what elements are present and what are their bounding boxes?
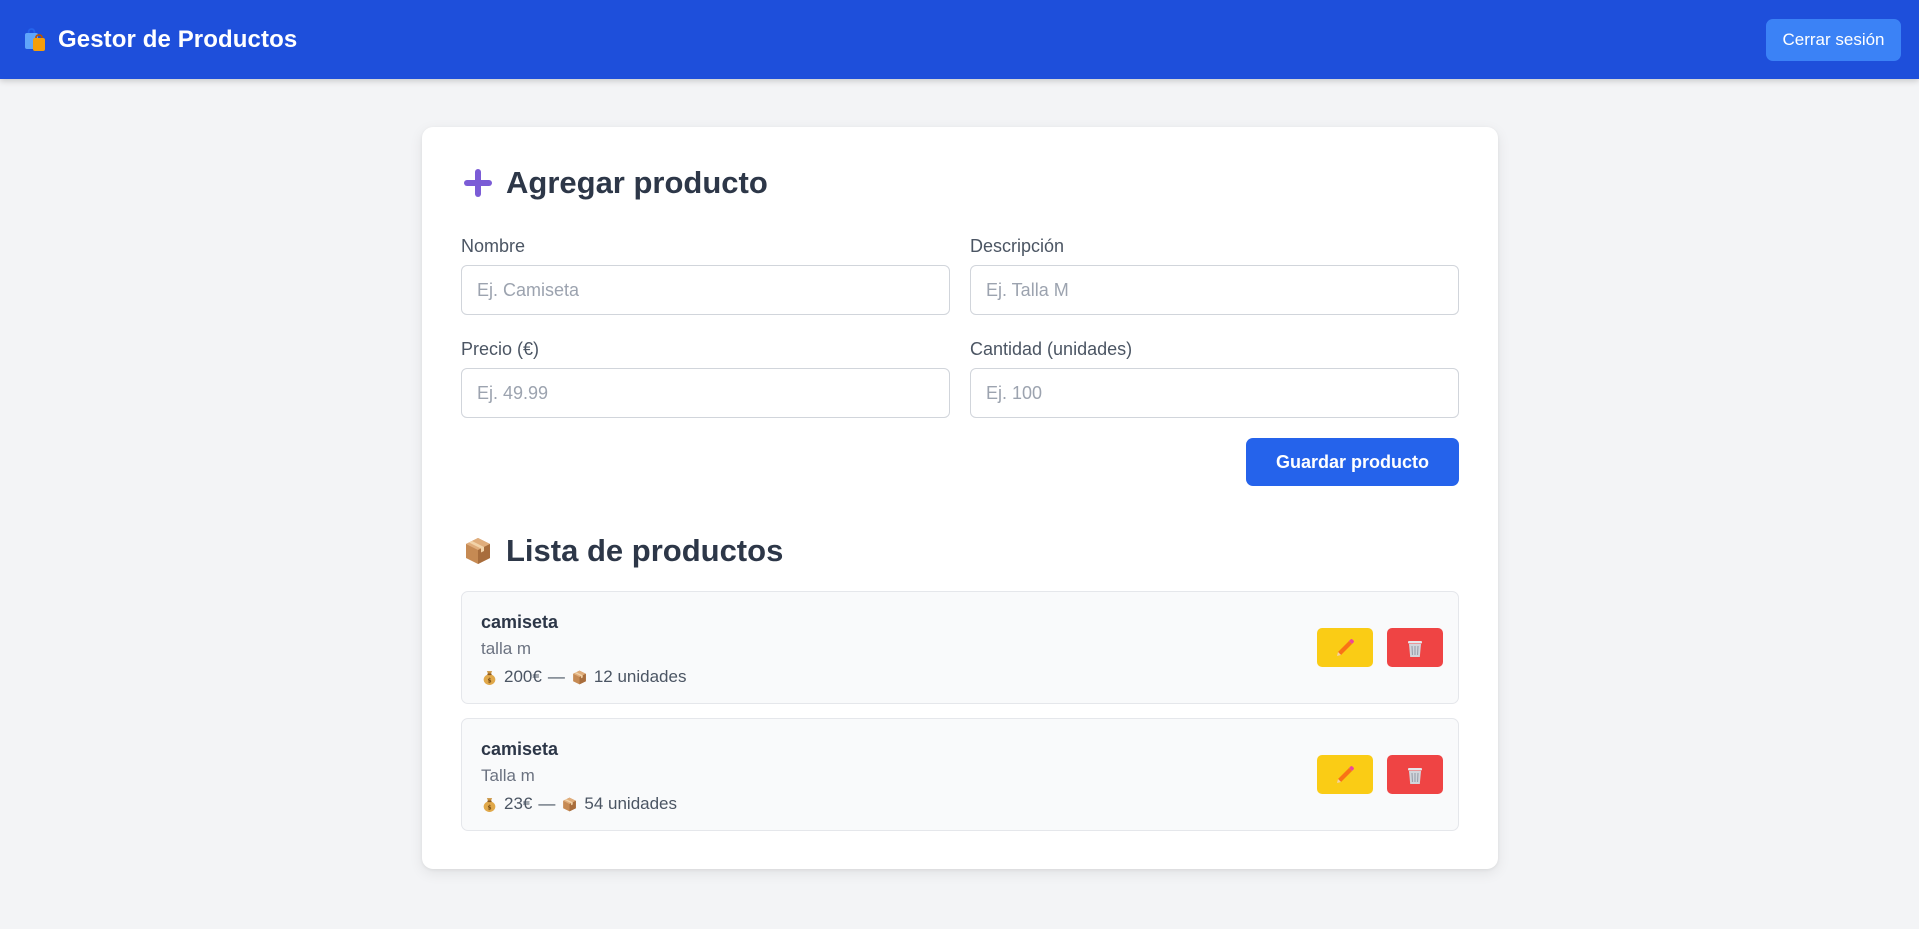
money-bag-icon [481, 796, 498, 813]
shopping-bags-icon [25, 27, 45, 51]
package-icon [561, 796, 578, 813]
quantity-input[interactable] [970, 368, 1459, 418]
price-label: Precio (€) [461, 339, 540, 359]
wastebasket-icon [1408, 640, 1422, 657]
product-quantity: 12 unidades [593, 667, 687, 686]
description-input[interactable] [970, 265, 1459, 315]
add-product-title: Agregar producto [506, 165, 768, 200]
app-title: Gestor de Productos [58, 25, 298, 53]
product-name: camiseta [481, 612, 559, 632]
money-bag-icon [481, 669, 498, 686]
pencil-icon [1337, 765, 1354, 783]
save-product-button[interactable]: Guardar producto [1246, 438, 1459, 486]
product-meta: 23€ — 54 unidades [481, 794, 677, 814]
product-item: camiseta talla m 200€ — 12 unidades [461, 591, 1459, 704]
main-card: Agregar producto Nombre Descripción Prec… [422, 127, 1498, 869]
product-price: 200€ [504, 667, 542, 686]
edit-button[interactable] [1317, 755, 1373, 794]
wastebasket-icon [1408, 767, 1422, 784]
quantity-label: Cantidad (unidades) [970, 339, 1133, 359]
plus-icon [464, 169, 492, 197]
product-list: camiseta talla m 200€ — 12 unidades cami… [461, 591, 1459, 845]
add-product-heading: Agregar producto [462, 165, 768, 201]
price-input[interactable] [461, 368, 950, 418]
edit-button[interactable] [1317, 628, 1373, 667]
top-navbar: Gestor de Productos Cerrar sesión [0, 0, 1919, 79]
product-list-title: Lista de productos [506, 533, 784, 568]
description-label: Descripción [970, 236, 1065, 256]
product-description: Talla m [481, 766, 535, 785]
delete-button[interactable] [1387, 755, 1443, 794]
product-meta: 200€ — 12 unidades [481, 667, 686, 687]
pencil-icon [1337, 638, 1354, 656]
product-list-heading: Lista de productos [462, 533, 783, 569]
product-name: camiseta [481, 739, 559, 759]
product-item: camiseta Talla m 23€ — 54 unidades [461, 718, 1459, 831]
meta-separator: — [538, 794, 556, 813]
package-icon [462, 535, 494, 567]
product-price: 23€ [504, 794, 533, 813]
product-description: talla m [481, 639, 532, 658]
logout-button[interactable]: Cerrar sesión [1766, 18, 1901, 61]
delete-button[interactable] [1387, 628, 1443, 667]
brand: Gestor de Productos [22, 26, 297, 54]
package-icon [571, 669, 588, 686]
meta-separator: — [547, 667, 565, 686]
product-quantity: 54 unidades [584, 794, 678, 813]
name-input[interactable] [461, 265, 950, 315]
name-label: Nombre [461, 236, 526, 256]
